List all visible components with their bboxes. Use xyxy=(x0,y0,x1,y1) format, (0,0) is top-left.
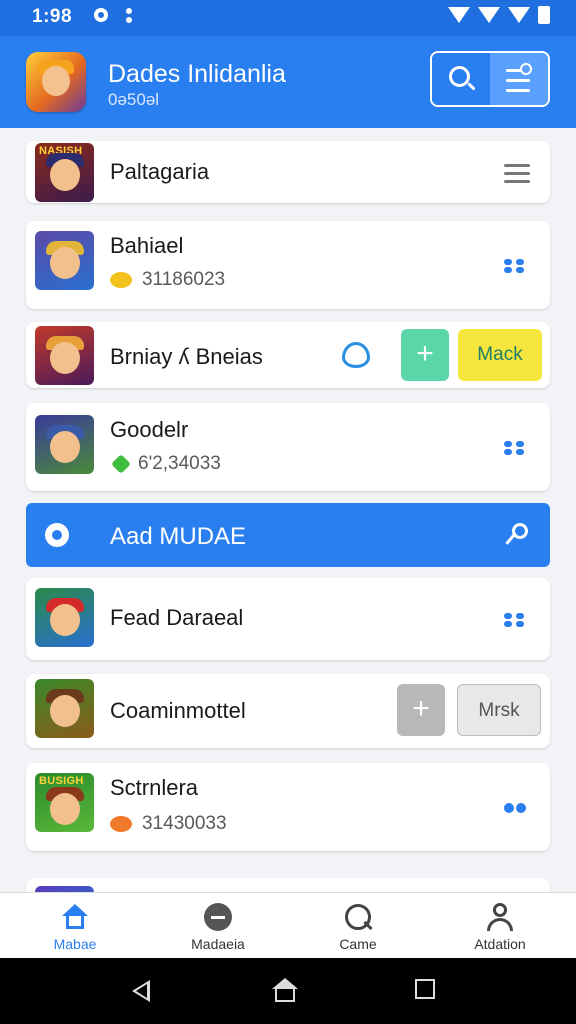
header-actions xyxy=(430,51,550,107)
coin-icon xyxy=(110,272,132,288)
app-subtitle: 0ǝ50ǝl xyxy=(108,90,160,109)
nav-media[interactable]: Madaeia xyxy=(168,893,268,959)
more-icon[interactable] xyxy=(504,803,528,817)
nav-game-label: Came xyxy=(339,936,377,952)
game-thumbnail: NASISH xyxy=(35,143,94,202)
search-button[interactable] xyxy=(432,53,490,105)
bottom-nav: Mabae Madaeia Came Atdation xyxy=(0,892,576,959)
notification-icon xyxy=(94,8,108,22)
status-time: 1:98 xyxy=(32,6,73,27)
mack-button[interactable]: Mrsk xyxy=(457,684,541,736)
back-icon[interactable] xyxy=(132,980,150,1002)
item-name: Brniay ʎ Bneias xyxy=(110,344,263,369)
search-icon xyxy=(449,66,470,87)
item-value: 6'2,34033 xyxy=(110,453,221,475)
list-item[interactable]: Bahiael 31186023 xyxy=(26,221,550,309)
thumbnail-tag: BUSIGH xyxy=(39,775,84,787)
favorite-icon[interactable] xyxy=(342,342,370,368)
media-icon xyxy=(204,903,232,931)
recents-icon[interactable] xyxy=(415,979,435,999)
item-name: Paltagaria xyxy=(110,159,210,184)
game-thumbnail xyxy=(35,231,94,290)
item-name: Bahiael xyxy=(110,233,184,258)
add-button[interactable]: + xyxy=(401,329,449,381)
menu-icon[interactable] xyxy=(504,164,530,188)
item-value: 31430033 xyxy=(110,813,227,835)
game-thumbnail: BUSIGH xyxy=(35,773,94,832)
more-icon[interactable] xyxy=(504,441,528,455)
add-button[interactable]: + xyxy=(397,684,445,736)
nav-game[interactable]: Came xyxy=(308,893,408,959)
home-icon xyxy=(61,903,89,931)
home-nav-icon[interactable] xyxy=(272,978,298,1004)
status-icons xyxy=(448,6,550,24)
game-thumbnail xyxy=(35,588,94,647)
item-name: Sctrnlera xyxy=(110,775,199,800)
nav-home-label: Mabae xyxy=(53,936,97,952)
item-name: Coaminmottel xyxy=(110,698,246,723)
list-item[interactable]: Goodelr 6'2,34033 xyxy=(26,403,550,491)
item-value: 31186023 xyxy=(110,269,225,291)
filter-button[interactable] xyxy=(490,53,548,105)
item-name: Fead Daraeal xyxy=(110,605,244,630)
battery-icon xyxy=(538,6,550,24)
app-bar: Dades Inlidanlia 0ǝ50ǝl xyxy=(0,36,576,128)
signal-icon xyxy=(508,7,530,23)
more-icon[interactable] xyxy=(504,259,528,273)
gem-icon xyxy=(111,454,131,474)
app-logo xyxy=(26,52,86,112)
coin-icon xyxy=(110,816,132,832)
list-item[interactable]: NASISH Paltagaria xyxy=(26,141,550,203)
signal-icon xyxy=(478,7,500,23)
game-thumbnail xyxy=(35,326,94,385)
mack-button[interactable]: Mack xyxy=(458,329,542,381)
list-item[interactable]: Coaminmottel + Mrsk xyxy=(26,674,550,748)
notification-dots-icon xyxy=(126,8,132,26)
more-icon[interactable] xyxy=(504,613,528,627)
nav-home[interactable]: Mabae xyxy=(25,893,125,959)
nav-account[interactable]: Atdation xyxy=(450,893,550,959)
game-thumbnail xyxy=(35,415,94,474)
app-title: Dades Inlidanlia xyxy=(108,60,286,88)
user-add-icon[interactable] xyxy=(504,523,528,547)
list-item[interactable]: BUSIGH Sctrnlera 31430033 xyxy=(26,763,550,851)
nav-media-label: Madaeia xyxy=(191,936,245,952)
status-bar: 1:98 xyxy=(0,0,576,36)
list-item[interactable]: Fead Daraeal xyxy=(26,578,550,660)
game-thumbnail xyxy=(35,679,94,738)
sync-icon xyxy=(45,523,69,547)
list-item[interactable]: Brniay ʎ Bneias + Mack xyxy=(26,322,550,388)
person-icon xyxy=(486,903,514,931)
nav-account-label: Atdation xyxy=(474,936,526,952)
item-name: Goodelr xyxy=(110,417,189,442)
wifi-icon xyxy=(448,7,470,23)
system-nav-bar xyxy=(0,958,576,1024)
add-mudae-row[interactable]: Aad MUDAE xyxy=(26,503,550,567)
search-icon xyxy=(344,903,373,931)
add-mudae-label: Aad MUDAE xyxy=(110,523,247,550)
